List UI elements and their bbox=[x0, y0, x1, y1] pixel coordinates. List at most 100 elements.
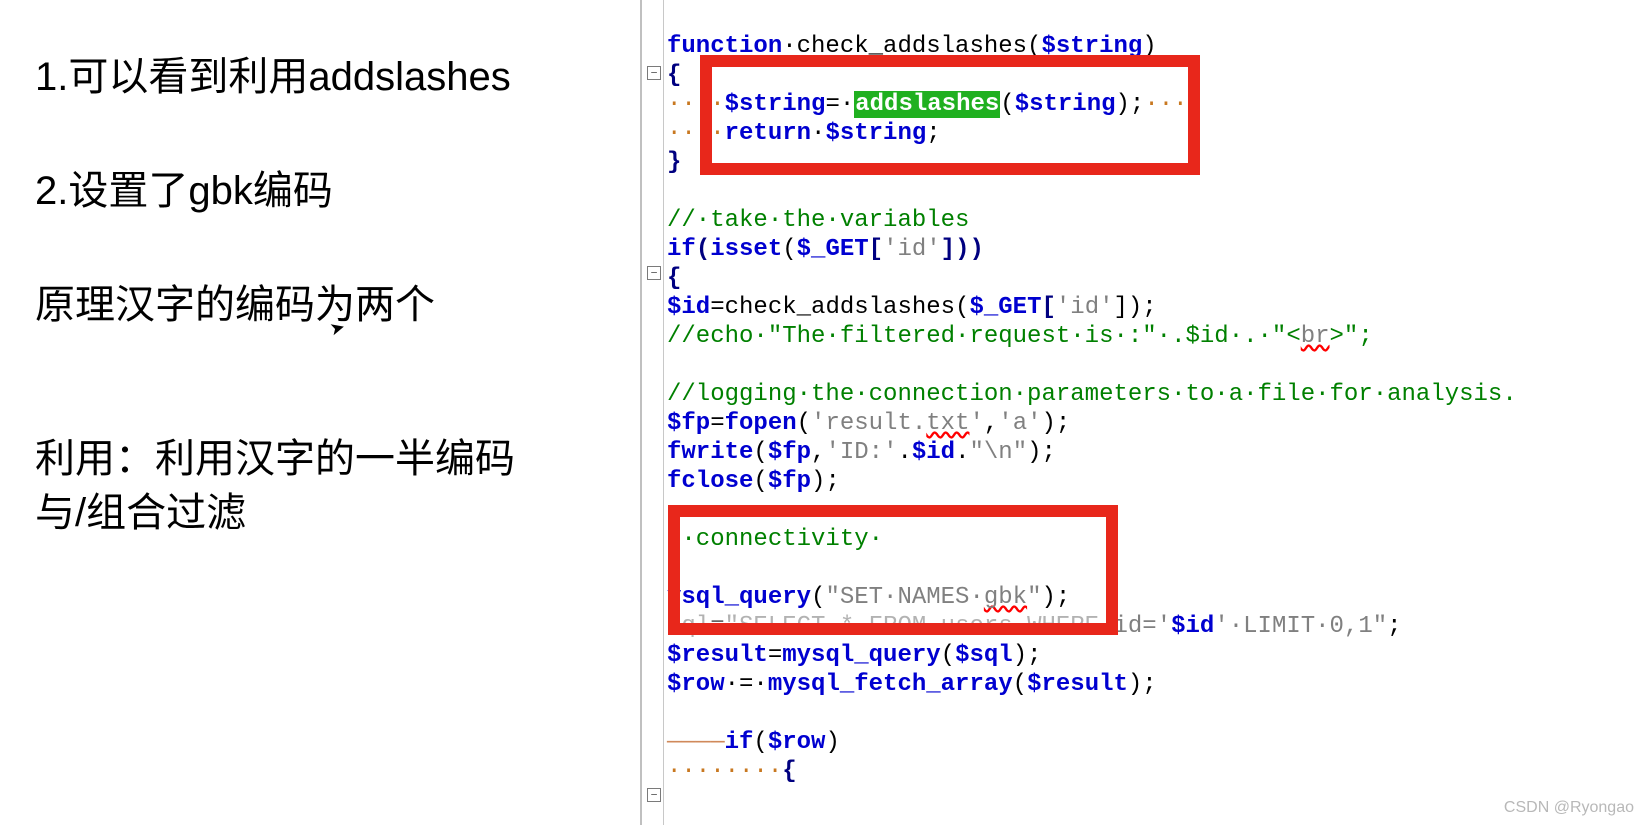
slide-notes-pane: 1.可以看到利用addslashes 2.设置了gbk编码 原理汉字的编码为两个… bbox=[0, 0, 640, 825]
indent-guide: ———— bbox=[667, 729, 725, 756]
paren-open: ( bbox=[696, 236, 710, 263]
pane-divider bbox=[640, 0, 642, 825]
var-string: $string bbox=[825, 120, 926, 147]
paren-open: ( bbox=[1013, 671, 1027, 698]
var-result: $result bbox=[667, 642, 768, 669]
bracket-open: [ bbox=[1041, 294, 1055, 321]
note-paragraph-1: 原理汉字的编码为两个 bbox=[35, 278, 610, 332]
var-result: $result bbox=[1027, 671, 1128, 698]
comment-concat: ·.·"< bbox=[1229, 323, 1301, 350]
stmt-end: ); bbox=[1128, 671, 1157, 698]
fold-toggle-icon[interactable]: − bbox=[647, 266, 661, 280]
kw-return: return bbox=[725, 120, 811, 147]
fn-addslashes-highlight: addslashes bbox=[854, 91, 1000, 118]
assign-spaces: ·=· bbox=[725, 671, 768, 698]
concat: . bbox=[897, 439, 911, 466]
note-heading-2: 2.设置了gbk编码 bbox=[35, 164, 610, 218]
var-id: $id bbox=[667, 294, 710, 321]
assign: =· bbox=[825, 91, 854, 118]
comment-var-id: $id bbox=[1185, 323, 1228, 350]
indent-dots: ···· bbox=[667, 91, 725, 118]
assign-call: =check_addslashes( bbox=[710, 294, 969, 321]
str-limit: '·LIMIT·0,1" bbox=[1214, 613, 1387, 640]
var-fp: $fp bbox=[768, 468, 811, 495]
var-sql: $sql bbox=[955, 642, 1013, 669]
var-id-in-str: $id bbox=[1171, 613, 1214, 640]
brace-close: } bbox=[667, 149, 681, 176]
fn-fclose: fclose bbox=[667, 468, 753, 495]
stmt-end: ); bbox=[1013, 642, 1042, 669]
note-paragraph-2-line2: 与/组合过滤 bbox=[35, 491, 246, 535]
var-sql-partial: sql bbox=[667, 613, 710, 640]
stmt-end: ]); bbox=[1114, 294, 1157, 321]
comma: , bbox=[984, 410, 998, 437]
stmt-end: ; bbox=[1387, 613, 1401, 640]
var-get: $_GET bbox=[969, 294, 1041, 321]
close-all: ])) bbox=[941, 236, 984, 263]
assign: = bbox=[710, 410, 724, 437]
note-paragraph-2: 利用：利用汉字的一半编码 与/组合过滤 bbox=[35, 432, 610, 540]
paren-open: ( bbox=[782, 236, 796, 263]
concat: . bbox=[955, 439, 969, 466]
str-a: 'a' bbox=[998, 410, 1041, 437]
fn-mysql-query-partial: ysql_query bbox=[667, 584, 811, 611]
var-fp: $fp bbox=[768, 439, 811, 466]
var-id: $id bbox=[912, 439, 955, 466]
fold-toggle-icon[interactable]: − bbox=[647, 788, 661, 802]
indent-dots: ···· bbox=[667, 120, 725, 147]
brace-open: { bbox=[782, 758, 796, 785]
paren-open: ( bbox=[1000, 91, 1014, 118]
brace-open: { bbox=[667, 265, 681, 292]
var-row: $row bbox=[667, 671, 725, 698]
fn-name: ·check_addslashes( bbox=[782, 33, 1041, 60]
str-quote-close: " bbox=[1027, 584, 1041, 611]
fn-fopen: fopen bbox=[725, 410, 797, 437]
stmt-end: ); bbox=[1027, 439, 1056, 466]
paren-open: ( bbox=[753, 468, 767, 495]
note-paragraph-2-line1: 利用：利用汉字的一半编码 bbox=[35, 437, 515, 481]
watermark-text: CSDN @Ryongao bbox=[1504, 799, 1634, 817]
fold-gutter: − − − bbox=[645, 0, 664, 825]
fn-fwrite: fwrite bbox=[667, 439, 753, 466]
var-fp: $fp bbox=[667, 410, 710, 437]
str-set-names: "SET·NAMES· bbox=[825, 584, 983, 611]
stmt-end: ; bbox=[926, 120, 940, 147]
assign: = bbox=[768, 642, 782, 669]
var-get: $_GET bbox=[797, 236, 869, 263]
bracket-open: [ bbox=[869, 236, 883, 263]
comma: , bbox=[811, 439, 825, 466]
source-code[interactable]: function·check_addslashes($string) { ···… bbox=[667, 32, 1517, 786]
comment-logging: //logging·the·connection·parameters·to·a… bbox=[667, 381, 1517, 408]
paren-close: ) bbox=[1142, 33, 1156, 60]
str-quote: ' bbox=[969, 410, 983, 437]
fold-toggle-icon[interactable]: − bbox=[647, 66, 661, 80]
var-row: $row bbox=[768, 729, 826, 756]
stmt-end: ); bbox=[1116, 91, 1145, 118]
str-result: 'result. bbox=[811, 410, 926, 437]
str-newline: "\n" bbox=[970, 439, 1028, 466]
paren-open: ( bbox=[797, 410, 811, 437]
fn-isset: isset bbox=[710, 236, 782, 263]
str-id-eq: id=' bbox=[1114, 613, 1172, 640]
comment-end: >"; bbox=[1330, 323, 1373, 350]
str-select: "SELECT·*·FROM·users·WHERE· bbox=[725, 613, 1114, 640]
comment-connectivity: /·connectivity· bbox=[667, 526, 883, 553]
var-string: $string bbox=[1041, 33, 1142, 60]
var-string: $string bbox=[725, 91, 826, 118]
comment-echo: //echo·"The·filtered·request·is·:"·. bbox=[667, 323, 1185, 350]
space: · bbox=[811, 120, 825, 147]
paren-open: ( bbox=[753, 439, 767, 466]
stmt-end: ); bbox=[1042, 410, 1071, 437]
comment-br-underlined: br bbox=[1301, 323, 1330, 350]
assign: = bbox=[710, 613, 724, 640]
kw-if: if bbox=[725, 729, 754, 756]
var-string: $string bbox=[1015, 91, 1116, 118]
stmt-end: ); bbox=[1042, 584, 1071, 611]
paren-close: ) bbox=[825, 729, 839, 756]
str-txt-underlined: txt bbox=[926, 410, 969, 437]
trailing-dots: ··· bbox=[1144, 91, 1187, 118]
paren-open: ( bbox=[753, 729, 767, 756]
kw-function: function bbox=[667, 33, 782, 60]
fn-mysql-query: mysql_query bbox=[782, 642, 940, 669]
paren-open: ( bbox=[941, 642, 955, 669]
